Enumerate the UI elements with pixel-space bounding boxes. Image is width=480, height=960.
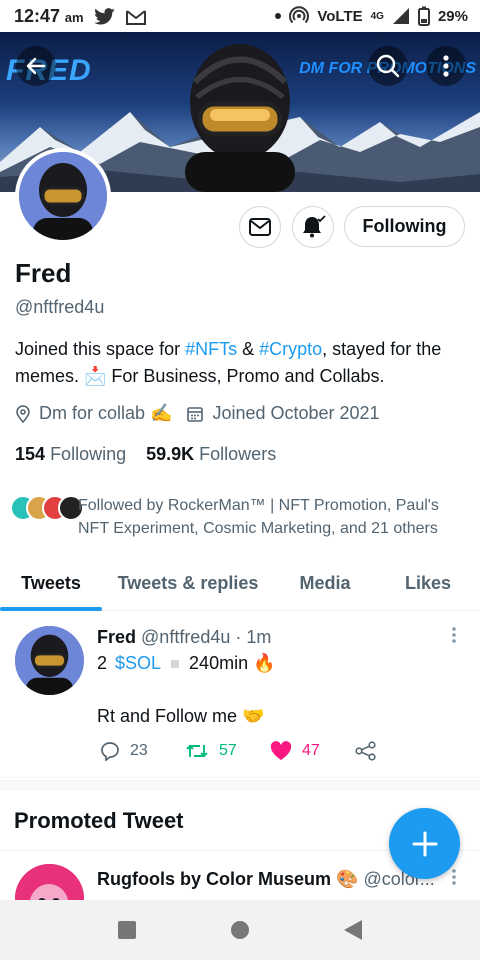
reply-button[interactable]: 23 [100, 741, 185, 761]
tweet-handle-time: @nftfred4u · 1m [141, 627, 272, 647]
avatar-image [15, 626, 84, 695]
status-ampm: am [64, 10, 84, 25]
dot-icon [275, 13, 282, 19]
hashtag-crypto[interactable]: #Crypto [259, 339, 322, 359]
share-button[interactable] [355, 741, 440, 761]
like-button[interactable]: 47 [270, 741, 355, 761]
profile-joined: Joined October 2021 [212, 403, 380, 423]
bio-text-1: Joined this space for [15, 339, 186, 359]
gmail-icon [125, 9, 146, 25]
tab-media[interactable]: Media [274, 556, 376, 611]
followers-label: Followers [199, 444, 277, 464]
twitter-icon [93, 7, 115, 25]
profile-handle: @nftfred4u [15, 297, 105, 317]
heart-icon [270, 741, 292, 760]
search-icon [376, 54, 400, 78]
calendar-icon [187, 406, 204, 422]
tweet-text-line-2: Rt and Follow me 🤝 [97, 706, 265, 726]
retweet-button[interactable]: 57 [185, 741, 270, 761]
tab-likes[interactable]: Likes [376, 556, 480, 611]
cashtag-sol[interactable]: $SOL [115, 653, 161, 674]
profile-tabs: Tweets Tweets & replies Media Likes [0, 556, 480, 611]
hashtag-nfts[interactable]: #NFTs [185, 339, 237, 359]
tweet-author-name: Fred [97, 627, 137, 647]
followed-by-text[interactable]: Followed by RockerMan™ | NFT Promotion, … [78, 494, 470, 540]
following-label: Following [50, 444, 127, 464]
notifications-button[interactable] [292, 206, 334, 248]
following-count-link[interactable]: 154 Following [15, 444, 126, 465]
plus-icon [412, 831, 437, 856]
tweet-text-line-1: 2 $SOL 240min 🔥 [97, 653, 276, 674]
message-button[interactable] [239, 206, 281, 248]
tweet-menu-icon[interactable] [451, 626, 457, 644]
tweet[interactable]: Fred @nftfred4u · 1m 2 $SOL 240min 🔥 Rt … [0, 612, 480, 778]
hotspot-icon [289, 6, 310, 24]
follow-counts: 154 Following 59.9K Followers [15, 444, 276, 465]
like-count: 47 [302, 742, 320, 759]
profile-meta: Dm for collab ✍ Joined October 2021 [15, 403, 394, 424]
status-time: 12:47 [14, 6, 61, 26]
promoted-name: Rugfools by Color Museum 🎨 [97, 869, 359, 889]
banner-figure [185, 44, 295, 192]
tweet-avatar[interactable] [15, 626, 84, 695]
search-button[interactable] [368, 46, 408, 86]
profile-bio: Joined this space for #NFTs & #Crypto, s… [15, 336, 465, 390]
followed-by-avatars[interactable] [10, 495, 84, 521]
home-icon[interactable] [230, 920, 250, 940]
retweet-icon [186, 744, 208, 758]
recents-icon[interactable] [117, 920, 137, 940]
reply-count: 23 [130, 742, 148, 759]
back-arrow-icon [26, 57, 46, 75]
section-divider [0, 780, 480, 790]
signal-type: 4G [370, 10, 384, 22]
tab-tweets-replies[interactable]: Tweets & replies [102, 556, 274, 611]
compose-tweet-button[interactable] [389, 808, 460, 879]
square-glyph [171, 659, 180, 668]
tweet-actions: 23 57 47 [100, 741, 440, 761]
tweet-prefix: 2 [97, 653, 108, 673]
more-options-button[interactable] [426, 46, 466, 86]
battery-icon [417, 6, 430, 26]
promoted-menu-icon[interactable] [451, 868, 457, 886]
profile-location: Dm for collab ✍ [39, 403, 173, 423]
bell-check-icon [303, 215, 326, 238]
avatar-image [19, 152, 107, 240]
profile-avatar[interactable] [15, 148, 111, 244]
back-nav-icon[interactable] [343, 919, 363, 941]
retweet-count: 57 [219, 742, 237, 759]
share-icon [355, 741, 376, 761]
more-vertical-icon [443, 55, 449, 77]
promoted-title: Promoted Tweet [14, 808, 184, 833]
followers-count-link[interactable]: 59.9K Followers [146, 444, 276, 465]
profile-name: Fred [15, 258, 72, 288]
tweet-suffix: 240min 🔥 [189, 653, 276, 673]
following-button[interactable]: Following [344, 206, 465, 247]
battery-percent: 29% [437, 7, 468, 25]
promoted-header: Rugfools by Color Museum 🎨 @color... [97, 869, 437, 890]
signal-icon [392, 8, 409, 24]
network-label: VoLTE [317, 7, 363, 25]
bio-text-2: & [237, 339, 260, 359]
tweet-header: Fred @nftfred4u · 1m [97, 627, 271, 648]
mail-icon [249, 218, 271, 236]
back-button[interactable] [16, 46, 56, 86]
tab-tweets[interactable]: Tweets [0, 556, 102, 611]
followers-count: 59.9K [146, 444, 195, 464]
status-bar: 12:47 am VoLTE 4G 29% [0, 0, 480, 32]
location-icon [16, 404, 30, 423]
android-nav-bar [0, 900, 480, 960]
following-count: 154 [15, 444, 46, 464]
reply-icon [101, 742, 119, 761]
